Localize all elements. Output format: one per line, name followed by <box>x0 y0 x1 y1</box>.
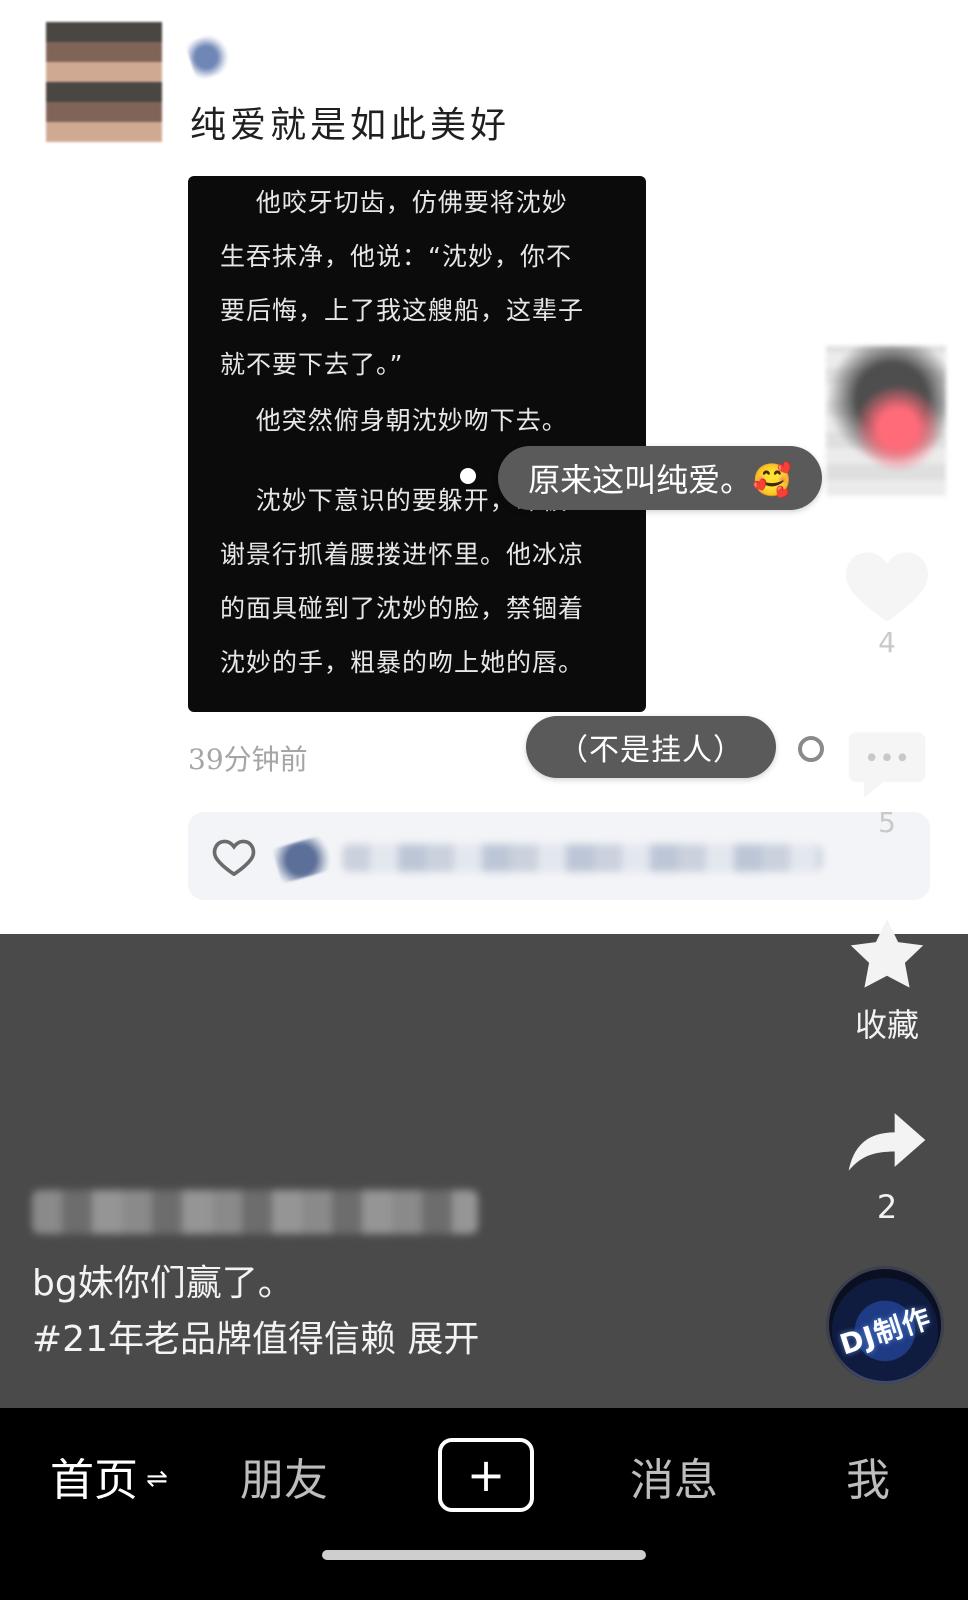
comment-bubble-icon[interactable] <box>841 720 933 806</box>
home-indicator[interactable] <box>322 1550 646 1560</box>
music-disc[interactable]: DJ制作 <box>826 1266 944 1384</box>
story-paragraph-1: 他咬牙切齿，仿佛要将沈妙 生吞抹净，他说：“沈妙，你不 要后悔，上了我这艘船，这… <box>220 188 585 379</box>
like-count: 4 <box>878 626 896 659</box>
nav-home[interactable]: 首页 ⇌ <box>50 1444 168 1508</box>
author-name-blurred <box>184 30 236 82</box>
music-disc-text: DJ制作 <box>835 1301 936 1362</box>
comment-preview[interactable] <box>188 812 930 900</box>
author-avatar-blurred <box>46 22 162 142</box>
comment-count: 5 <box>878 806 896 839</box>
story-paragraph-2: 他突然俯身朝沈妙吻下去。 <box>220 406 568 435</box>
caption-line-2[interactable]: #21年老品牌值得信赖 展开 <box>32 1312 479 1368</box>
nav-me[interactable]: 我 <box>846 1444 890 1508</box>
comment-text-blurred <box>342 844 822 872</box>
star-icon[interactable] <box>841 912 933 998</box>
plus-icon: + <box>466 1448 506 1502</box>
caption: bg妹你们赢了。 #21年老品牌值得信赖 展开 <box>32 1256 479 1368</box>
heart-icon[interactable] <box>841 540 933 626</box>
tag-ring-dot <box>798 736 824 762</box>
overlay-bubble-2: （不是挂人） <box>526 716 776 778</box>
post-title: 纯爱就是如此美好 <box>190 105 511 146</box>
share-count: 2 <box>876 1188 898 1226</box>
nav-messages[interactable]: 消息 <box>630 1444 718 1508</box>
nav-friends[interactable]: 朋友 <box>240 1444 328 1508</box>
favorite-button[interactable]: 收藏 <box>832 912 942 1046</box>
embedded-post-screenshot: 纯爱就是如此美好 他咬牙切齿，仿佛要将沈妙 生吞抹净，他说：“沈妙，你不 要后悔… <box>0 0 968 934</box>
post-time: 39分钟前 <box>188 743 308 776</box>
creator-username-blurred[interactable] <box>32 1190 478 1234</box>
like-button[interactable]: 4 <box>832 540 942 659</box>
create-button[interactable]: + <box>438 1438 534 1512</box>
comment-button[interactable]: 5 <box>832 720 942 839</box>
heart-outline-icon[interactable] <box>212 836 256 876</box>
share-button[interactable]: 2 <box>832 1100 942 1226</box>
bottom-navigation: 首页 ⇌ 朋友 + 消息 我 <box>0 1408 968 1600</box>
nav-home-label: 首页 <box>50 1455 138 1506</box>
caption-line-1: bg妹你们赢了。 <box>32 1263 294 1304</box>
tag-dot <box>460 468 476 484</box>
creator-avatar-blurred[interactable] <box>826 346 946 496</box>
swap-icon: ⇌ <box>146 1464 168 1494</box>
story-image: 他咬牙切齿，仿佛要将沈妙 生吞抹净，他说：“沈妙，你不 要后悔，上了我这艘船，这… <box>188 176 646 712</box>
share-arrow-icon[interactable] <box>841 1100 933 1180</box>
commenter-name-blurred <box>272 832 342 884</box>
favorite-label: 收藏 <box>854 1006 919 1044</box>
overlay-bubble-1: 原来这叫纯爱。🥰 <box>498 446 822 510</box>
